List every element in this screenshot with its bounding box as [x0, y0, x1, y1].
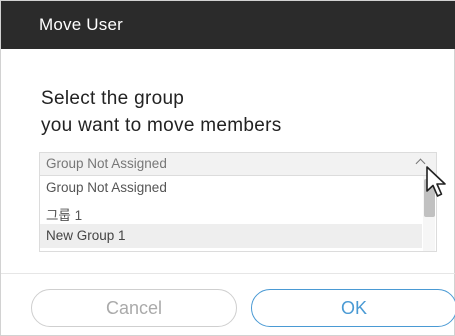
cancel-button[interactable]: Cancel: [31, 289, 237, 327]
footer-divider: [1, 273, 455, 274]
option-group-1[interactable]: 그룹 1: [40, 200, 422, 224]
option-new-group-1[interactable]: New Group 1: [40, 224, 422, 248]
dialog-prompt: Select the group you want to move member…: [41, 85, 282, 139]
mouse-cursor-icon: [426, 166, 446, 197]
prompt-line-2: you want to move members: [41, 115, 282, 136]
option-label: New Group 1: [46, 228, 126, 243]
option-group-not-assigned[interactable]: Group Not Assigned: [40, 176, 422, 200]
option-label: Group Not Assigned: [46, 180, 167, 195]
group-options-list[interactable]: Group Not Assigned 그룹 1 New Group 1: [39, 176, 437, 252]
dialog-title: Move User: [39, 15, 123, 34]
dialog-titlebar: Move User: [1, 1, 455, 49]
group-select[interactable]: Group Not Assigned: [39, 152, 437, 176]
group-select-value: Group Not Assigned: [46, 156, 167, 171]
chevron-up-icon[interactable]: [415, 158, 426, 169]
ok-button[interactable]: OK: [251, 289, 455, 327]
prompt-line-1: Select the group: [41, 88, 185, 109]
option-label: 그룹 1: [46, 208, 83, 223]
move-user-dialog: Move User Select the group you want to m…: [0, 0, 455, 336]
